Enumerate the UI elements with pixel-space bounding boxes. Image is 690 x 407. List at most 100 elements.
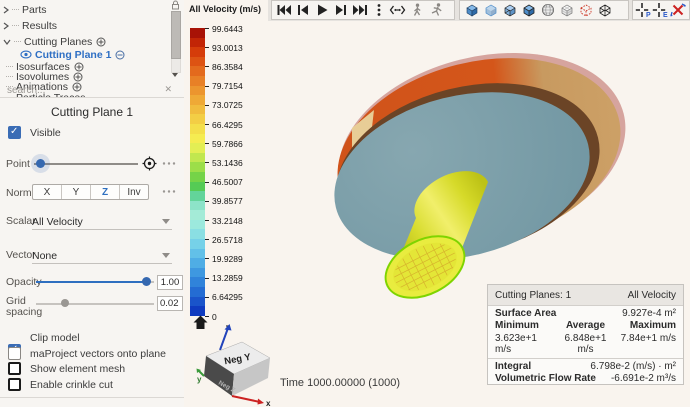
mushroom-valve-model[interactable] [317, 24, 646, 310]
tree-item-label: Cutting Planes [24, 36, 92, 48]
step-forward-icon[interactable] [331, 2, 350, 19]
legend-tick [205, 162, 209, 163]
legend-label: 59.7866 [212, 139, 243, 149]
run-icon[interactable] [426, 2, 445, 19]
grid-spacing-value-box[interactable]: 0.02 [157, 296, 183, 311]
svg-text:E: E [663, 12, 668, 18]
viewport-3d[interactable]: P E All Velocity (m/s) 99.644393.001386.… [184, 0, 690, 407]
pick-location-icon[interactable] [142, 156, 157, 171]
legend-title: All Velocity (m/s) [189, 4, 261, 14]
left-panel: Parts Results Cutting Planes Cutting Pla… [0, 0, 185, 407]
opacity-slider-handle[interactable] [142, 277, 151, 286]
normal-inv-button[interactable]: Inv [120, 185, 148, 199]
time-label: Time 1000.00000 (1000) [280, 377, 400, 389]
visible-checkbox[interactable] [8, 126, 21, 139]
legend-tick [205, 182, 209, 183]
play-icon[interactable] [312, 2, 331, 19]
chevron-down-icon [3, 39, 11, 45]
tree-item-label: Cutting Plane 1 [35, 49, 111, 61]
legend-label: 26.5718 [212, 235, 243, 245]
mesh-sphere-icon[interactable] [538, 2, 557, 19]
normal-y-button[interactable]: Y [62, 185, 91, 199]
sidebar-item-results[interactable]: Results [0, 19, 57, 32]
add-icon[interactable] [96, 37, 106, 47]
project-vectors-checkbox[interactable] [8, 347, 21, 360]
cube-transparent-icon[interactable] [481, 2, 500, 19]
grid-spacing-slider-handle[interactable] [61, 299, 69, 307]
remove-icon[interactable] [115, 50, 125, 60]
scalar-value: All Velocity [32, 216, 83, 228]
show-element-mesh-checkbox[interactable] [8, 362, 21, 375]
legend-label: 19.9289 [212, 254, 243, 264]
legend-label: 99.6443 [212, 24, 243, 34]
properties-panel: Cutting Plane 1 Visible Point Normal X Y… [0, 97, 184, 407]
eye-icon[interactable] [20, 50, 32, 59]
cube-shaded-edges-icon[interactable] [519, 2, 538, 19]
legend-colorbar [190, 28, 205, 316]
cube-hidden-line-icon[interactable] [500, 2, 519, 19]
legend-tick [205, 297, 209, 298]
legend-labels: 99.644393.001386.358479.715473.072566.42… [205, 28, 265, 318]
normal-x-button[interactable]: X [33, 185, 62, 199]
min-avg-max-labels: Minimum Average Maximum [488, 319, 683, 332]
point-more-options-icon[interactable] [162, 161, 176, 166]
scrollbar-thumb[interactable] [171, 11, 181, 59]
legend-tick [205, 66, 209, 67]
pick-element-icon[interactable]: E [652, 2, 669, 19]
sidebar-item-cutting-planes[interactable]: Cutting Planes [0, 35, 106, 48]
normal-more-options-icon[interactable] [162, 189, 176, 194]
legend-tick [205, 220, 209, 221]
grid-spacing-slider-track[interactable] [36, 303, 154, 305]
legend-tick [205, 47, 209, 48]
skip-to-end-icon[interactable] [350, 2, 369, 19]
cube-dashed-red-icon[interactable] [576, 2, 595, 19]
enable-crinkle-cut-checkbox[interactable] [8, 378, 21, 391]
legend-tick [205, 143, 209, 144]
walk-icon[interactable] [407, 2, 426, 19]
triad-y-label: y [197, 375, 202, 384]
tree-item-label: Results [22, 20, 57, 32]
chevron-right-icon [3, 6, 9, 14]
stats-panel: Cutting Planes: 1 All Velocity Surface A… [487, 284, 684, 385]
svg-text:P: P [646, 12, 651, 18]
stats-header: Cutting Planes: 1 All Velocity [488, 285, 683, 306]
legend-tick [205, 278, 209, 279]
axis-visibility-icon[interactable] [670, 2, 687, 19]
more-vertical-icon[interactable] [369, 2, 388, 19]
legend-tick [205, 124, 209, 125]
project-vectors-label: maProject vectors onto plane [30, 348, 166, 360]
opacity-slider-fill [36, 281, 146, 283]
sidebar-item-parts[interactable]: Parts [0, 3, 47, 16]
clear-search-icon[interactable]: ✕ [164, 84, 172, 95]
search-field[interactable]: search... ✕ [0, 84, 184, 97]
legend-label: 79.7154 [212, 81, 243, 91]
normal-z-button[interactable]: Z [91, 185, 120, 199]
legend-label: 13.2859 [212, 273, 243, 283]
legend-tick [205, 86, 209, 87]
scalar-dropdown[interactable]: All Velocity [32, 212, 172, 230]
panel-title: Cutting Plane 1 [0, 105, 184, 119]
toolbar-display-group [459, 0, 629, 20]
pick-point-icon[interactable]: P [635, 2, 652, 19]
surface-area-row: Surface Area 9.927e-4 m² [488, 306, 683, 319]
opacity-value-box[interactable]: 1.00 [157, 275, 183, 290]
cube-solid-icon[interactable] [462, 2, 481, 19]
tree-scrollbar[interactable] [170, 0, 180, 80]
step-back-icon[interactable] [293, 2, 312, 19]
orientation-triad[interactable]: Neg Y Neg Z y x [196, 318, 282, 406]
stats-title: Cutting Planes: 1 [495, 290, 571, 301]
legend-label: 66.4295 [212, 120, 243, 130]
flow-rate-row: Volumetric Flow Rate -6.691e-2 m³/s [488, 372, 683, 385]
cube-grid-icon[interactable] [557, 2, 576, 19]
cube-wireframe-icon[interactable] [595, 2, 614, 19]
scroll-down-arrow[interactable] [172, 73, 178, 77]
integral-row: Integral 6.798e-2 (m/s) · m² [488, 358, 683, 372]
fit-time-range-icon[interactable] [388, 2, 407, 19]
chevron-right-icon [3, 22, 9, 30]
legend-label: 53.1436 [212, 158, 243, 168]
point-slider-handle[interactable] [36, 159, 45, 168]
min-avg-max-values: 3.623e+1 m/s 6.848e+1 m/s 7.84e+1 m/s [488, 331, 683, 355]
vector-dropdown[interactable]: None [32, 246, 172, 264]
tree-item-label: Parts [22, 4, 47, 16]
skip-to-start-icon[interactable] [274, 2, 293, 19]
